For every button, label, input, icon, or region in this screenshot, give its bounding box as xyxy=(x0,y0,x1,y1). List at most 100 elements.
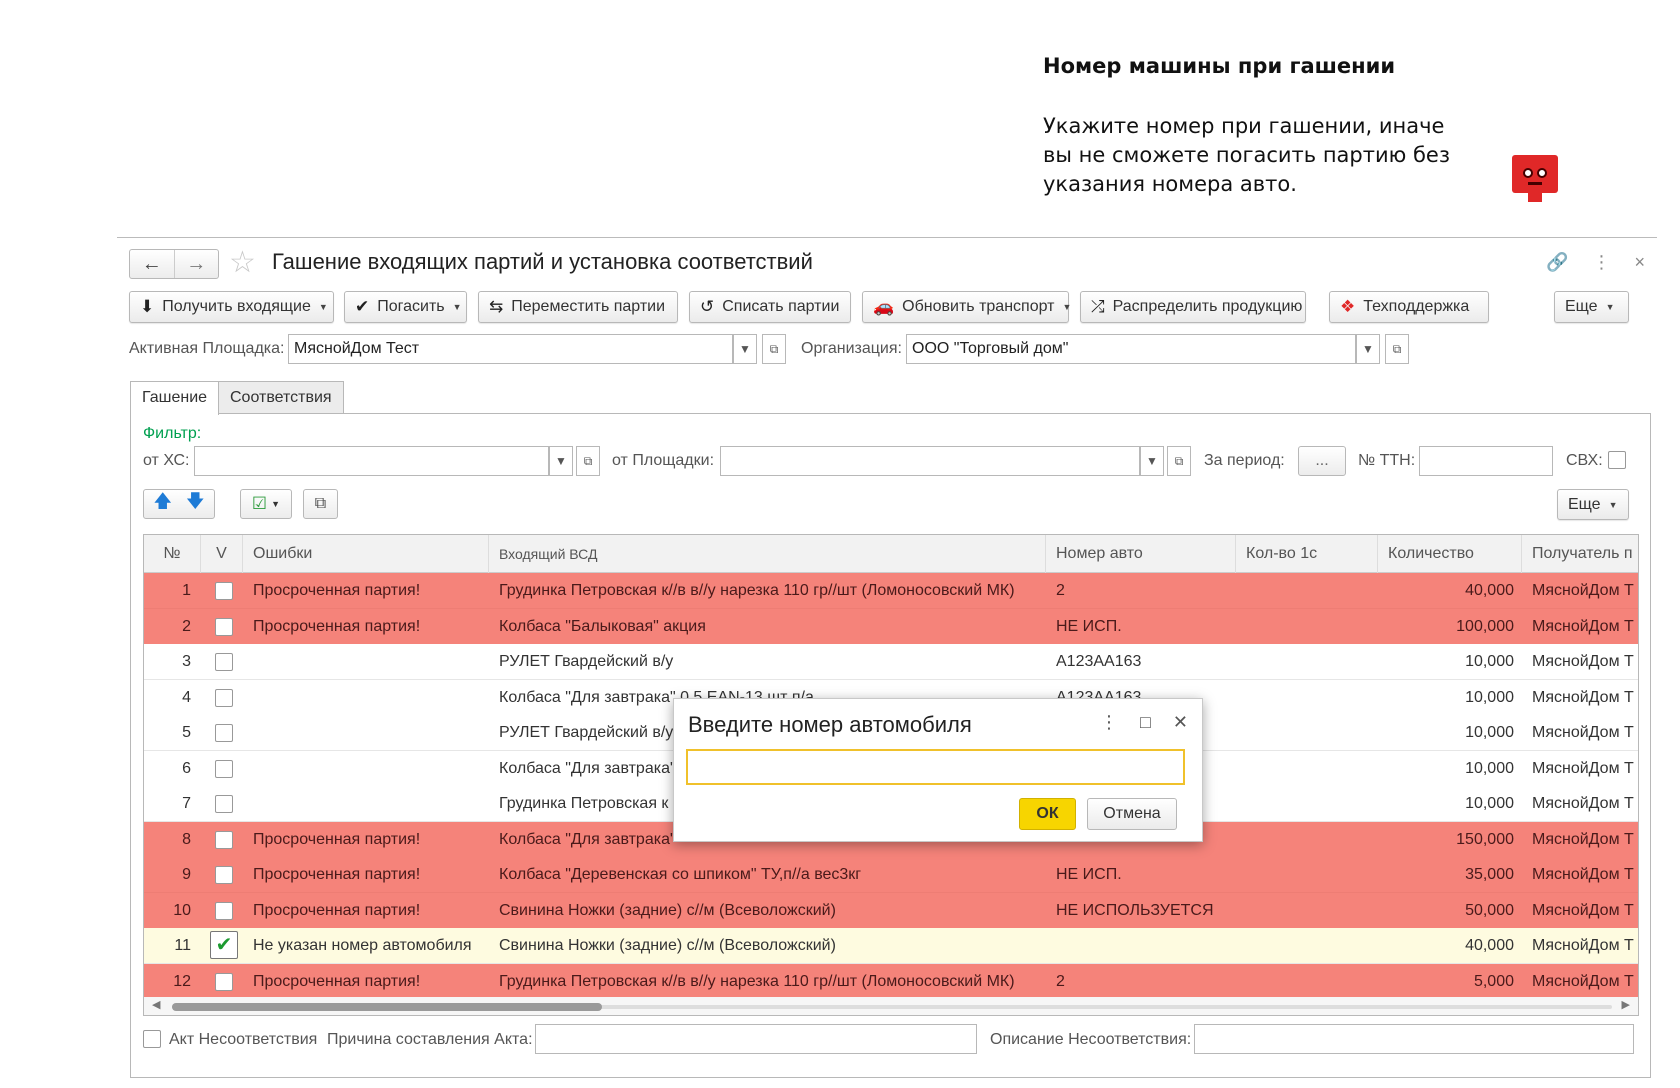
car-number-input[interactable] xyxy=(686,749,1185,785)
svh-checkbox[interactable] xyxy=(1608,451,1626,469)
quantity-cell: 10,000 xyxy=(1465,759,1514,777)
ok-button[interactable]: ОК xyxy=(1019,798,1076,830)
dropdown-chevron-icon[interactable]: ▼ xyxy=(1356,334,1380,364)
row-checkbox[interactable] xyxy=(215,795,233,813)
update-transport-button[interactable]: 🚗 Обновить транспорт ▼ xyxy=(862,291,1071,323)
annotation-text: Укажите номер при гашении, иначе вы не с… xyxy=(1043,114,1451,196)
row-checkbox[interactable] xyxy=(215,759,233,778)
support-button[interactable]: ❖ Техподдержка xyxy=(1329,291,1489,323)
from-xc-label: от ХС: xyxy=(143,452,190,469)
table-row[interactable]: 3 РУЛЕТ Гвардейский в/у А123АА163 10,000 Мяс… xyxy=(144,644,1638,680)
distribute-button[interactable]: ⤮ Распределить продукцию xyxy=(1080,291,1306,323)
table-more-button[interactable]: Еще ▼ xyxy=(1557,489,1629,520)
back-button[interactable]: ← xyxy=(130,250,174,278)
active-site-field[interactable]: МяснойДом Тест xyxy=(288,334,733,364)
undo-icon: ↺ xyxy=(700,297,715,316)
column-header-incoming-vsd[interactable]: Входящий ВСД xyxy=(489,535,1046,573)
column-header-v[interactable]: V xyxy=(201,535,243,573)
dropdown-chevron-icon[interactable]: ▼ xyxy=(549,446,573,476)
table-row[interactable]: 11 ✔ Не указан номер автомобиля Свинина Нож… xyxy=(144,928,1638,964)
forward-button[interactable]: → xyxy=(173,250,219,278)
column-header-quantity[interactable]: Количество xyxy=(1378,535,1522,573)
maximize-icon[interactable]: □ xyxy=(1140,712,1151,733)
open-icon[interactable]: ⧉ xyxy=(1385,334,1409,364)
arrow-down-icon[interactable]: 🡇 xyxy=(186,489,205,519)
row-checkbox[interactable] xyxy=(215,582,233,600)
horizontal-scrollbar[interactable]: ◀ ▶ xyxy=(144,997,1638,1015)
act-checkbox[interactable] xyxy=(143,1030,161,1048)
car-number-cell: НЕ ИСПОЛЬЗУЕТСЯ xyxy=(1056,901,1214,919)
more-menu-icon[interactable]: ⋮ xyxy=(1592,252,1610,273)
car-number-cell xyxy=(1056,928,1236,963)
column-header-number[interactable]: № xyxy=(144,535,201,573)
row-checkbox[interactable] xyxy=(215,901,233,920)
row-checkbox[interactable] xyxy=(215,688,233,707)
period-button[interactable]: ... xyxy=(1298,446,1346,476)
recipient-cell: МяснойДом Т xyxy=(1532,937,1634,954)
row-checkbox[interactable] xyxy=(215,972,233,991)
row-number-cell: 3 xyxy=(182,653,191,670)
move-batches-button[interactable]: ⇆ Переместить партии xyxy=(478,291,678,323)
open-icon[interactable]: ⧉ xyxy=(1167,446,1191,476)
row-checkbox[interactable] xyxy=(215,724,233,742)
open-icon[interactable]: ⧉ xyxy=(576,446,600,476)
redeem-button[interactable]: ✔ Погасить ▼ xyxy=(344,291,467,323)
from-site-field[interactable] xyxy=(720,446,1140,476)
error-cell: Не указан номер автомобиля xyxy=(253,937,472,954)
recipient-cell: МяснойДом Т xyxy=(1532,653,1634,670)
more-menu-icon[interactable]: ⋮ xyxy=(1100,712,1118,733)
act-label: Акт Несоответствия xyxy=(169,1031,318,1048)
scroll-right-icon[interactable]: ▶ xyxy=(1622,998,1630,1011)
row-checkbox[interactable] xyxy=(215,830,233,849)
scrollbar-thumb[interactable] xyxy=(172,1003,602,1011)
quantity-cell: 40,000 xyxy=(1465,937,1514,954)
row-checkbox[interactable]: ✔ xyxy=(210,931,238,959)
car-number-cell: А123АА163 xyxy=(1056,653,1142,670)
move-buttons: 🡅 🡇 xyxy=(143,489,215,519)
table-row[interactable]: 2 Просроченная партия! Колбаса "Балыковая"… xyxy=(144,608,1638,645)
error-cell: Просроченная партия! xyxy=(253,617,421,635)
tab-correspondences[interactable]: Соответствия xyxy=(218,381,344,414)
close-icon[interactable]: × xyxy=(1634,252,1645,273)
write-off-button[interactable]: ↺ Списать партии xyxy=(689,291,851,323)
error-cell: Просроченная партия! xyxy=(253,582,421,599)
copy-button[interactable]: ⧉ xyxy=(303,489,338,519)
dropdown-chevron-icon[interactable]: ▼ xyxy=(733,334,757,364)
ttn-field[interactable] xyxy=(1419,446,1553,476)
table-row[interactable]: 1 Просроченная партия! Грудинка Петровская… xyxy=(144,573,1638,609)
row-checkbox[interactable] xyxy=(215,617,233,636)
column-header-errors[interactable]: Ошибки xyxy=(243,535,489,573)
favorite-star-icon[interactable]: ☆ xyxy=(229,246,256,280)
row-number-cell: 4 xyxy=(182,688,191,706)
row-number-cell: 7 xyxy=(182,795,191,812)
row-number-cell: 6 xyxy=(182,759,191,777)
arrow-up-icon[interactable]: 🡅 xyxy=(153,489,172,519)
table-row[interactable]: 10 Просроченная партия! Свинина Ножки (зад… xyxy=(144,892,1638,929)
table-row[interactable]: 12 Просроченная партия! Грудинка Петровска… xyxy=(144,963,1638,1000)
row-checkbox[interactable] xyxy=(215,653,233,671)
column-header-car-number[interactable]: Номер авто xyxy=(1046,535,1236,573)
recipient-cell: МяснойДом Т xyxy=(1532,972,1634,990)
car-number-dialog: Введите номер автомобиля ⋮ □ ✕ ОК Отмена xyxy=(673,698,1203,842)
cancel-button[interactable]: Отмена xyxy=(1087,798,1177,830)
scroll-left-icon[interactable]: ◀ xyxy=(152,998,160,1011)
dropdown-chevron-icon[interactable]: ▼ xyxy=(1140,446,1164,476)
column-header-recipient[interactable]: Получатель п xyxy=(1522,535,1638,573)
row-checkbox[interactable] xyxy=(215,866,233,884)
more-button[interactable]: Еще ▼ xyxy=(1554,291,1629,323)
get-incoming-button[interactable]: ⬇ Получить входящие ▼ xyxy=(129,291,334,323)
column-header-qty-1c[interactable]: Кол-во 1с xyxy=(1236,535,1378,573)
description-field[interactable] xyxy=(1194,1024,1634,1054)
tab-redeem[interactable]: Гашение xyxy=(130,381,220,415)
recipient-cell: МяснойДом Т xyxy=(1532,866,1634,883)
open-icon[interactable]: ⧉ xyxy=(762,334,786,364)
row-number-cell: 8 xyxy=(182,830,191,848)
organization-field[interactable]: ООО "Торговый дом" xyxy=(906,334,1356,364)
check-all-button[interactable]: ☑ ▼ xyxy=(240,489,292,519)
incoming-vsd-cell: Колбаса "Деревенская со шпиком" ТУ,п//а … xyxy=(499,866,862,883)
reason-field[interactable] xyxy=(535,1024,977,1054)
from-xc-field[interactable] xyxy=(194,446,549,476)
close-icon[interactable]: ✕ xyxy=(1173,712,1188,733)
link-icon[interactable]: 🔗 xyxy=(1546,252,1568,273)
table-row[interactable]: 9 Просроченная партия! Колбаса "Деревенска… xyxy=(144,857,1638,893)
